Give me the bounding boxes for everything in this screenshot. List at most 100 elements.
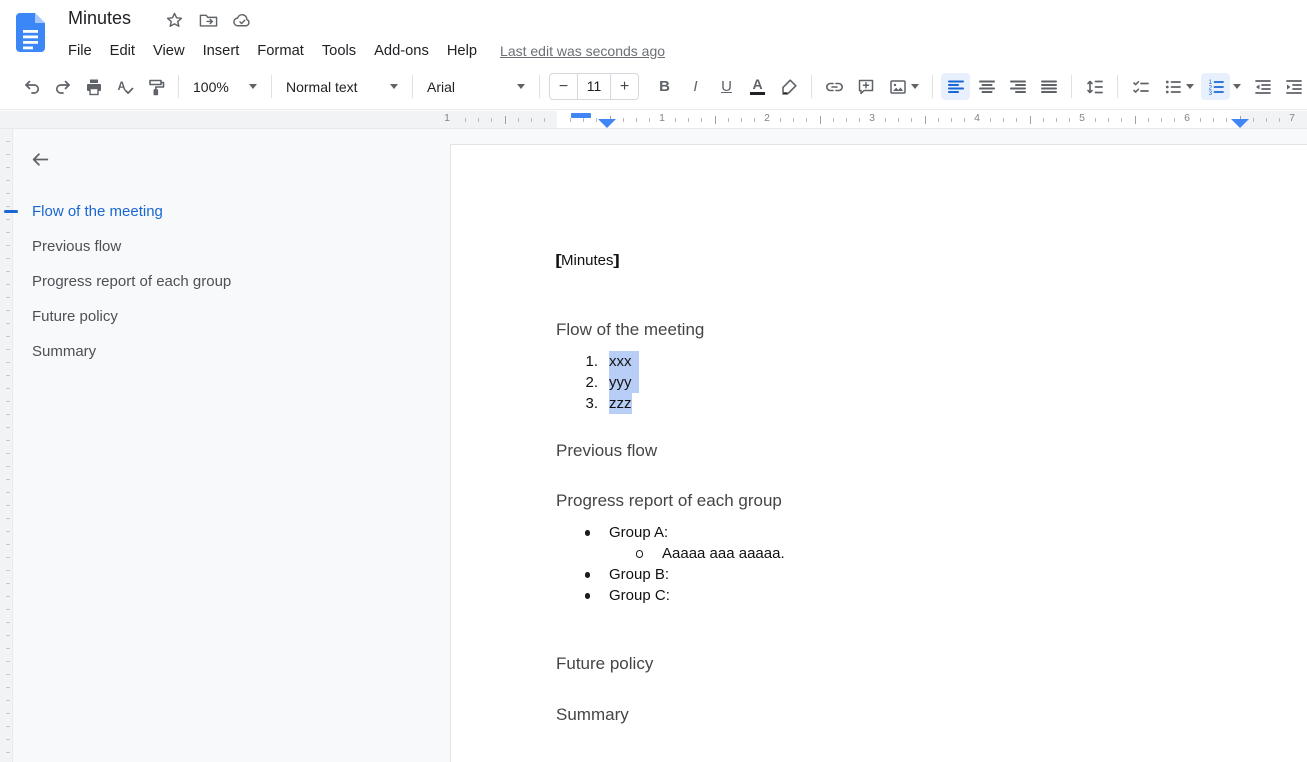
- ruler-number: 7: [1289, 112, 1295, 124]
- paint-format-icon: [146, 77, 166, 97]
- bullet-icon: [585, 572, 591, 578]
- intro-paragraph[interactable]: [Minutes]: [556, 250, 1307, 271]
- align-right-button[interactable]: [1003, 73, 1032, 100]
- toolbar-divider: [271, 75, 272, 98]
- list-item[interactable]: 2. yyy: [556, 372, 1307, 393]
- last-edit-link[interactable]: Last edit was seconds ago: [500, 43, 665, 59]
- decrease-font-size-button[interactable]: −: [550, 74, 577, 99]
- numbered-list-icon: 1 2 3: [1206, 77, 1226, 97]
- outline-item-progress-report[interactable]: Progress report of each group: [13, 264, 450, 299]
- document-page[interactable]: [Minutes] Flow of the meeting 1. xxx 2. …: [450, 144, 1307, 762]
- decrease-indent-button[interactable]: [1248, 73, 1277, 100]
- checklist-button[interactable]: [1126, 73, 1155, 100]
- list-item[interactable]: 3. zzz: [556, 393, 1307, 414]
- spellcheck-button[interactable]: A: [110, 73, 139, 100]
- bold-icon: B: [659, 78, 670, 95]
- menu-tools[interactable]: Tools: [313, 38, 365, 64]
- list-item[interactable]: Aaaaa aaa aaaaa.: [556, 543, 1307, 564]
- cloud-saved-icon[interactable]: [232, 10, 253, 31]
- list-item[interactable]: 1. xxx: [556, 351, 1307, 372]
- outline-item-future-policy[interactable]: Future policy: [13, 299, 450, 334]
- outline-item-previous-flow[interactable]: Previous flow: [13, 229, 450, 264]
- list-text-selected: zzz: [609, 393, 632, 414]
- left-lenticular-bracket: [: [555, 250, 562, 271]
- decrease-indent-icon: [1253, 77, 1273, 97]
- ruler-number: 4: [974, 112, 980, 124]
- heading-progress-report[interactable]: Progress report of each group: [556, 490, 1307, 512]
- undo-button[interactable]: [17, 73, 46, 100]
- menu-bar: File Edit View Insert Format Tools Add-o…: [59, 38, 665, 64]
- print-icon: [84, 77, 104, 97]
- horizontal-ruler[interactable]: 1 1 2 3 4 5 6 7: [0, 111, 1307, 129]
- right-lenticular-bracket: ]: [613, 250, 620, 271]
- ruler-number: 6: [1184, 112, 1190, 124]
- redo-icon: [53, 77, 73, 97]
- comment-icon: [856, 77, 876, 97]
- outline-item-flow-of-the-meeting[interactable]: Flow of the meeting: [13, 194, 450, 229]
- heading-flow-of-the-meeting[interactable]: Flow of the meeting: [556, 319, 1307, 341]
- document-title[interactable]: Minutes: [68, 8, 131, 29]
- font-size-input[interactable]: 11: [577, 74, 611, 99]
- numbered-list-button[interactable]: 1 2 3: [1201, 73, 1230, 100]
- heading-summary[interactable]: Summary: [556, 704, 1307, 726]
- vertical-ruler[interactable]: [0, 129, 13, 762]
- italic-button[interactable]: I: [681, 73, 710, 100]
- text-color-icon: A: [750, 78, 765, 96]
- menu-addons[interactable]: Add-ons: [365, 38, 438, 64]
- redo-button[interactable]: [48, 73, 77, 100]
- checklist-icon: [1131, 77, 1151, 97]
- outline-item-summary[interactable]: Summary: [13, 334, 450, 369]
- bulleted-list-button[interactable]: [1157, 73, 1199, 100]
- star-icon[interactable]: [164, 10, 185, 31]
- google-docs-logo-icon[interactable]: [16, 13, 45, 52]
- right-indent-marker[interactable]: [1231, 119, 1249, 128]
- list-item[interactable]: Group B:: [556, 564, 1307, 585]
- menu-view[interactable]: View: [144, 38, 194, 64]
- add-comment-button[interactable]: [851, 73, 880, 100]
- align-center-icon: [977, 77, 997, 97]
- text-color-button[interactable]: A: [743, 73, 772, 100]
- align-left-button[interactable]: [941, 73, 970, 100]
- increase-font-size-button[interactable]: +: [611, 74, 638, 99]
- menu-insert[interactable]: Insert: [194, 38, 249, 64]
- font-family-value: Arial: [427, 79, 455, 95]
- menu-help[interactable]: Help: [438, 38, 486, 64]
- print-button[interactable]: [79, 73, 108, 100]
- highlight-color-button[interactable]: [774, 73, 803, 100]
- paragraph-style-value: Normal text: [286, 79, 358, 95]
- menu-edit[interactable]: Edit: [101, 38, 144, 64]
- line-spacing-button[interactable]: [1080, 73, 1109, 100]
- bulleted-list-icon: [1163, 77, 1183, 97]
- list-item[interactable]: Group C:: [556, 585, 1307, 606]
- svg-text:3: 3: [1208, 90, 1212, 97]
- list-number: 1.: [556, 351, 598, 372]
- image-icon: [888, 77, 908, 97]
- left-indent-marker[interactable]: [598, 119, 616, 128]
- paragraph-style-select[interactable]: Normal text: [279, 73, 405, 100]
- ruler-number: 3: [869, 112, 875, 124]
- collapse-outline-button[interactable]: [27, 146, 53, 172]
- zoom-select[interactable]: 100%: [186, 73, 264, 100]
- insert-link-button[interactable]: [820, 73, 849, 100]
- underline-button[interactable]: U: [712, 73, 741, 100]
- ruler-number: 1: [444, 112, 450, 124]
- insert-image-button[interactable]: [882, 73, 924, 100]
- chevron-down-icon[interactable]: [1233, 84, 1241, 89]
- menu-file[interactable]: File: [59, 38, 101, 64]
- font-family-select[interactable]: Arial: [420, 73, 532, 100]
- first-line-indent-marker[interactable]: [571, 113, 591, 118]
- increase-indent-button[interactable]: [1279, 73, 1307, 100]
- link-icon: [824, 77, 845, 97]
- heading-previous-flow[interactable]: Previous flow: [556, 440, 1307, 462]
- justify-button[interactable]: [1034, 73, 1063, 100]
- move-to-folder-icon[interactable]: [198, 10, 219, 31]
- paint-format-button[interactable]: [141, 73, 170, 100]
- align-center-button[interactable]: [972, 73, 1001, 100]
- heading-future-policy[interactable]: Future policy: [556, 653, 1307, 675]
- bullet-icon: [585, 593, 591, 599]
- menu-format[interactable]: Format: [248, 38, 313, 64]
- list-item[interactable]: Group A:: [556, 522, 1307, 543]
- bold-button[interactable]: B: [650, 73, 679, 100]
- outline-item-label: Previous flow: [32, 238, 121, 255]
- outline-item-label: Summary: [32, 343, 96, 360]
